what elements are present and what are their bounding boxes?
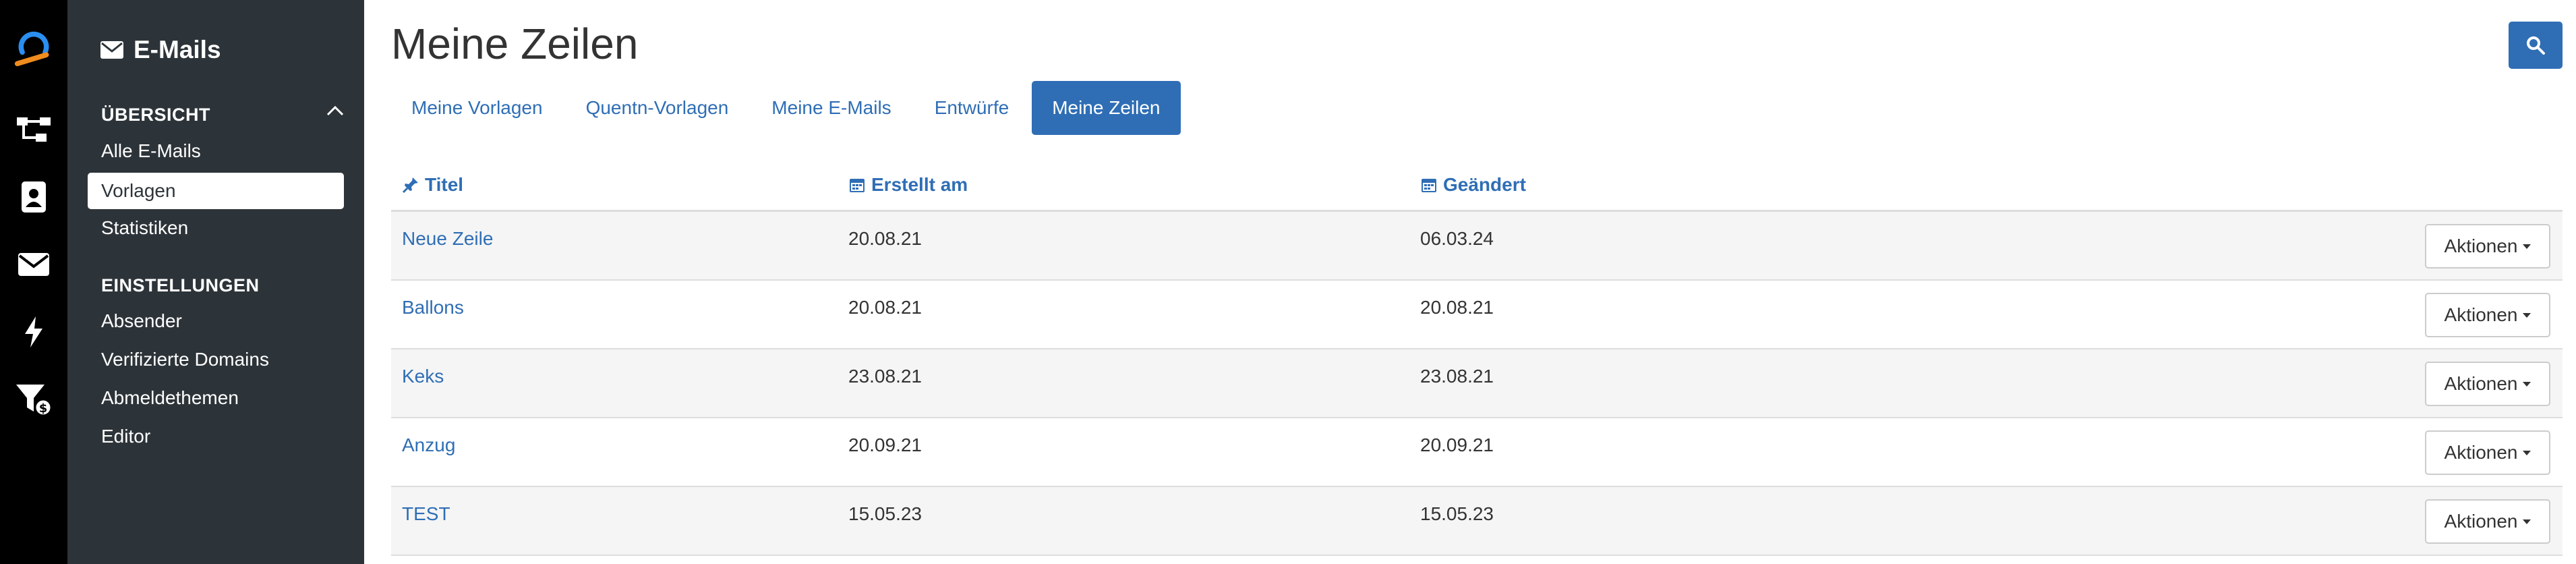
actions-dropdown-button[interactable]: Aktionen [2425, 430, 2550, 475]
actions-label: Aktionen [2444, 235, 2518, 256]
row-changed-date: 15.05.23 [1420, 503, 1494, 524]
actions-dropdown-button[interactable]: Aktionen [2425, 362, 2550, 406]
sidebar-title: E-Mails [100, 32, 221, 67]
mail-icon[interactable] [13, 244, 54, 285]
caret-down-icon [2523, 312, 2531, 318]
caret-down-icon [2523, 244, 2531, 249]
actions-dropdown-button[interactable]: Aktionen [2425, 224, 2550, 269]
sidebar-item-all-emails[interactable]: Alle E-Mails [101, 140, 201, 162]
row-changed-date: 20.08.21 [1420, 297, 1494, 318]
filter-revenue-icon[interactable]: $ [13, 379, 54, 420]
row-created-date: 20.08.21 [848, 297, 922, 318]
sidebar-title-label: E-Mails [134, 36, 221, 63]
column-header-label: Erstellt am [871, 174, 968, 195]
actions-label: Aktionen [2444, 511, 2518, 532]
actions-label: Aktionen [2444, 304, 2518, 325]
column-header-label: Geändert [1443, 174, 1526, 195]
actions-dropdown-button[interactable]: Aktionen [2425, 499, 2550, 544]
sidebar-item-templates[interactable]: Vorlagen [88, 173, 344, 209]
row-title-link[interactable]: Neue Zeile [402, 228, 493, 250]
tab-my-templates[interactable]: Meine Vorlagen [391, 81, 563, 135]
tab-bar: Meine Vorlagen Quentn-Vorlagen Meine E-M… [391, 81, 1183, 135]
row-title-link[interactable]: Ballons [402, 297, 464, 318]
tab-drafts[interactable]: Entwürfe [914, 81, 1030, 135]
table-body: Neue Zeile 20.08.21 06.03.24 Aktionen Ba… [391, 212, 2563, 556]
tab-quentn-templates[interactable]: Quentn-Vorlagen [566, 81, 749, 135]
sidebar-item-sender[interactable]: Absender [101, 310, 182, 332]
row-changed-date: 06.03.24 [1420, 228, 1494, 249]
row-created-date: 15.05.23 [848, 503, 922, 524]
rows-table: Titel Erstellt am Geändert Neue Zeile 20… [391, 162, 2563, 556]
row-title-link[interactable]: TEST [402, 503, 450, 525]
sidebar-item-statistics[interactable]: Statistiken [101, 217, 188, 239]
table-row: TEST 15.05.23 15.05.23 Aktionen [391, 487, 2563, 556]
row-title-link[interactable]: Anzug [402, 434, 455, 456]
sidebar-item-verified-domains[interactable]: Verifizierte Domains [101, 349, 269, 370]
svg-text:$: $ [39, 401, 48, 416]
calendar-icon [1422, 179, 1436, 192]
calendar-icon [850, 179, 865, 192]
sidebar-item-editor[interactable]: Editor [101, 426, 150, 447]
search-button[interactable] [2509, 22, 2563, 69]
sidebar-item-label: Vorlagen [101, 180, 176, 201]
column-header-changed[interactable]: Geändert [1420, 174, 1526, 196]
section-heading-overview: ÜBERSICHT [101, 105, 211, 125]
flow-icon[interactable] [13, 109, 54, 150]
table-row: Keks 23.08.21 23.08.21 Aktionen [391, 349, 2563, 418]
row-created-date: 20.09.21 [848, 434, 922, 455]
row-created-date: 23.08.21 [848, 366, 922, 387]
envelope-icon [100, 41, 123, 59]
sidebar: E-Mails ÜBERSICHT Alle E-Mails Vorlagen … [67, 0, 364, 564]
main-content: Meine Zeilen Meine Vorlagen Quentn-Vorla… [364, 0, 2576, 564]
row-changed-date: 20.09.21 [1420, 434, 1494, 455]
app-window: $ E-Mails ÜBERSICHT Alle E-Mails Vorlage… [0, 0, 2576, 564]
caret-down-icon [2523, 450, 2531, 455]
table-header: Titel Erstellt am Geändert [391, 162, 2563, 212]
contacts-icon[interactable] [13, 177, 54, 217]
row-created-date: 20.08.21 [848, 228, 922, 249]
column-header-title[interactable]: Titel [402, 174, 463, 196]
actions-label: Aktionen [2444, 442, 2518, 463]
bolt-icon[interactable] [13, 312, 54, 352]
table-row: Ballons 20.08.21 20.08.21 Aktionen [391, 281, 2563, 349]
row-changed-date: 23.08.21 [1420, 366, 1494, 387]
tab-my-emails[interactable]: Meine E-Mails [751, 81, 911, 135]
table-row: Neue Zeile 20.08.21 06.03.24 Aktionen [391, 212, 2563, 281]
tab-my-rows[interactable]: Meine Zeilen [1032, 81, 1181, 135]
page-title: Meine Zeilen [391, 20, 639, 68]
sidebar-item-unsubscribe-topics[interactable]: Abmeldethemen [101, 387, 239, 409]
chevron-up-icon[interactable] [326, 105, 344, 119]
section-heading-settings: EINSTELLUNGEN [101, 275, 260, 295]
logo-icon[interactable] [13, 27, 54, 67]
actions-dropdown-button[interactable]: Aktionen [2425, 293, 2550, 337]
column-header-label: Titel [425, 174, 464, 195]
table-row: Anzug 20.09.21 20.09.21 Aktionen [391, 418, 2563, 487]
caret-down-icon [2523, 381, 2531, 387]
icon-rail: $ [0, 0, 67, 564]
actions-label: Aktionen [2444, 373, 2518, 394]
search-icon [2527, 36, 2545, 55]
row-title-link[interactable]: Keks [402, 366, 444, 387]
column-header-created[interactable]: Erstellt am [848, 174, 968, 196]
caret-down-icon [2523, 519, 2531, 524]
pin-icon [402, 177, 418, 194]
